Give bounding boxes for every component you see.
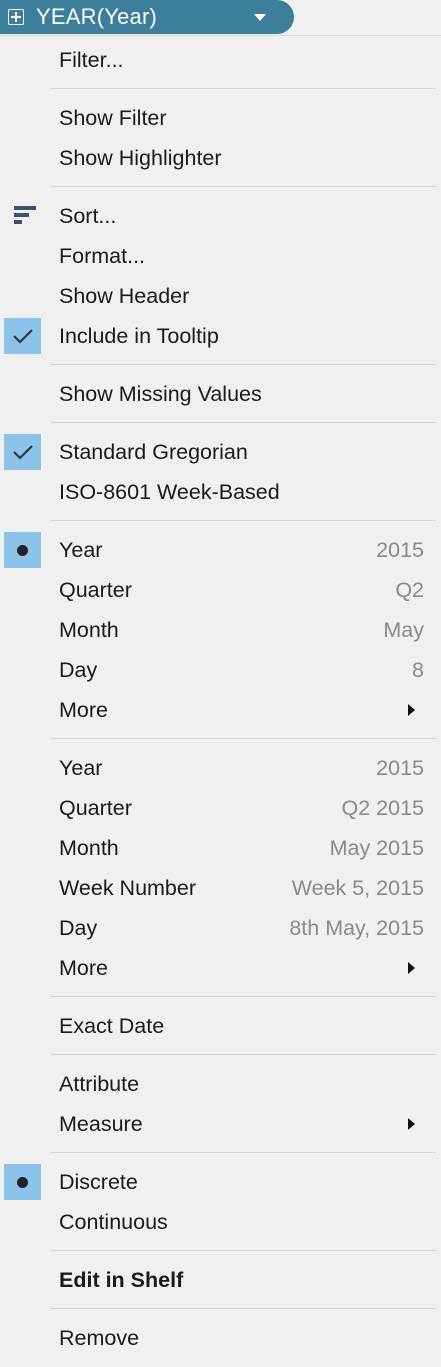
menu-item-remove[interactable]: Remove — [0, 1318, 441, 1358]
menu-item-label: Day — [59, 915, 98, 940]
menu-item-value: 2015 — [376, 537, 424, 562]
menu-item-label: Month — [59, 617, 119, 642]
menu-item-value: 2015 — [376, 755, 424, 780]
menu-item-include-in-tooltip[interactable]: Include in Tooltip — [0, 316, 441, 356]
menu-item-format[interactable]: Format... — [0, 236, 441, 276]
menu-item-date-value-day[interactable]: Day 8th May, 2015 — [0, 908, 441, 948]
menu-item-value: Q2 — [395, 577, 424, 602]
menu-separator — [0, 1144, 441, 1162]
menu-separator — [0, 356, 441, 374]
menu-separator — [0, 178, 441, 196]
menu-item-label: Attribute — [59, 1071, 140, 1096]
menu-item-date-value-month[interactable]: Month May 2015 — [0, 828, 441, 868]
menu-item-show-filter[interactable]: Show Filter — [0, 98, 441, 138]
field-pill-title: YEAR(Year) — [36, 4, 158, 29]
menu-item-date-part-day[interactable]: Day 8 — [0, 650, 441, 690]
menu-item-date-value-quarter[interactable]: Quarter Q2 2015 — [0, 788, 441, 828]
menu-item-label: Show Highlighter — [59, 145, 222, 170]
menu-item-label: ISO-8601 Week-Based — [59, 479, 280, 504]
menu-item-label: More — [59, 955, 108, 980]
menu-separator — [0, 730, 441, 748]
menu-item-label: Discrete — [59, 1169, 138, 1194]
menu-item-label: Week Number — [59, 875, 197, 900]
checkmark-icon — [4, 434, 41, 470]
expand-plus-icon[interactable] — [8, 9, 24, 25]
submenu-arrow-icon — [408, 962, 415, 974]
menu-item-label: Show Missing Values — [59, 381, 262, 406]
menu-item-discrete[interactable]: Discrete — [0, 1162, 441, 1202]
menu-item-label: Include in Tooltip — [59, 323, 219, 348]
menu-item-label: Standard Gregorian — [59, 439, 248, 464]
menu-item-label: Year — [59, 537, 103, 562]
menu-item-date-value-week-number[interactable]: Week Number Week 5, 2015 — [0, 868, 441, 908]
radio-dot-icon — [4, 532, 41, 568]
menu-item-show-highlighter[interactable]: Show Highlighter — [0, 138, 441, 178]
menu-item-label: Month — [59, 835, 119, 860]
menu-item-label: Exact Date — [59, 1013, 165, 1038]
menu-item-show-missing-values[interactable]: Show Missing Values — [0, 374, 441, 414]
menu-item-value: 8 — [412, 657, 424, 682]
menu-item-label: Filter... — [59, 47, 124, 72]
submenu-arrow-icon — [408, 1118, 415, 1130]
menu-item-date-part-more[interactable]: More — [0, 690, 441, 730]
menu-item-date-value-year[interactable]: Year 2015 — [0, 748, 441, 788]
menu-item-label: Continuous — [59, 1209, 168, 1234]
menu-separator — [0, 80, 441, 98]
sort-icon — [14, 206, 36, 226]
menu-item-sort[interactable]: Sort... — [0, 196, 441, 236]
menu-item-label: More — [59, 697, 108, 722]
menu-item-label: Year — [59, 755, 103, 780]
menu-item-date-part-month[interactable]: Month May — [0, 610, 441, 650]
menu-item-date-part-year[interactable]: Year 2015 — [0, 530, 441, 570]
menu-item-iso-week-based[interactable]: ISO-8601 Week-Based — [0, 472, 441, 512]
menu-item-attribute[interactable]: Attribute — [0, 1064, 441, 1104]
menu-top-border — [0, 35, 441, 36]
field-pill[interactable]: YEAR(Year) — [0, 0, 294, 34]
menu-item-label: Remove — [59, 1325, 140, 1350]
menu-item-edit-in-shelf[interactable]: Edit in Shelf — [0, 1260, 441, 1300]
checkmark-icon — [4, 318, 41, 354]
menu-item-value: Q2 2015 — [341, 795, 424, 820]
menu-item-label: Measure — [59, 1111, 143, 1136]
menu-item-filter[interactable]: Filter... — [0, 40, 441, 80]
menu-item-standard-gregorian[interactable]: Standard Gregorian — [0, 432, 441, 472]
menu-item-label: Sort... — [59, 203, 117, 228]
menu-item-label: Quarter — [59, 577, 132, 602]
submenu-arrow-icon — [408, 704, 415, 716]
menu-item-label: Quarter — [59, 795, 132, 820]
menu-item-label: Show Header — [59, 283, 190, 308]
menu-item-label: Show Filter — [59, 105, 167, 130]
menu-item-measure[interactable]: Measure — [0, 1104, 441, 1144]
menu-item-value: May 2015 — [329, 835, 424, 860]
menu-item-date-part-quarter[interactable]: Quarter Q2 — [0, 570, 441, 610]
menu-item-continuous[interactable]: Continuous — [0, 1202, 441, 1242]
menu-item-label: Day — [59, 657, 98, 682]
dropdown-caret-icon[interactable] — [254, 13, 266, 21]
menu-separator — [0, 512, 441, 530]
menu-item-label: Edit in Shelf — [59, 1267, 184, 1292]
menu-item-show-header[interactable]: Show Header — [0, 276, 441, 316]
menu-item-value: 8th May, 2015 — [289, 915, 424, 940]
menu-item-date-value-more[interactable]: More — [0, 948, 441, 988]
menu-separator — [0, 414, 441, 432]
menu-item-value: Week 5, 2015 — [291, 875, 424, 900]
menu-item-label: Format... — [59, 243, 146, 268]
menu-item-value: May — [383, 617, 424, 642]
radio-dot-icon — [4, 1164, 41, 1200]
menu-separator — [0, 1242, 441, 1260]
menu-separator — [0, 1300, 441, 1318]
menu-separator — [0, 1046, 441, 1064]
menu-item-exact-date[interactable]: Exact Date — [0, 1006, 441, 1046]
context-menu: Filter... Show Filter Show Highlighter S… — [0, 40, 441, 1358]
menu-separator — [0, 988, 441, 1006]
